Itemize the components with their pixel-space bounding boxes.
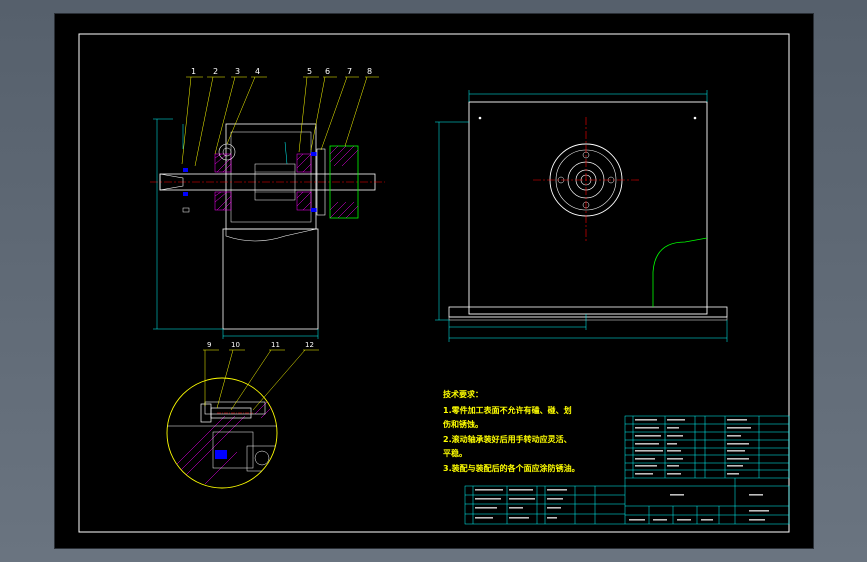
part-label-7: 7: [347, 67, 352, 76]
bearing-icon: [218, 143, 236, 161]
detail-label-11: 11: [271, 341, 280, 349]
part-label-4: 4: [255, 67, 260, 76]
detail-label-12: 12: [305, 341, 314, 349]
notes-heading: 技术要求：: [443, 389, 483, 399]
detail-label-10: 10: [231, 341, 240, 349]
detail-number-labels: 9 10 11 12: [207, 341, 314, 349]
detail-view: [166, 377, 278, 489]
detail-leaders: [203, 349, 319, 411]
part-label-5: 5: [307, 67, 312, 76]
cad-viewport[interactable]: 1 2 3 4 5 6 7 8 9 10 11 12 技术要求： 1.零件加工表…: [55, 14, 813, 548]
drawing-border: [78, 33, 790, 533]
notes-line-1: 1.零件加工表面不允许有磕、碰、划: [443, 405, 572, 415]
part-label-6: 6: [325, 67, 330, 76]
parts-list-table: [624, 415, 790, 479]
side-view: [448, 101, 728, 321]
front-section-view: [150, 123, 385, 330]
notes-line-3: 2.滚动轴承装好后用手转动应灵活、: [443, 434, 572, 444]
part-label-1: 1: [191, 67, 196, 76]
detail-label-9: 9: [207, 341, 211, 349]
notes-line-4: 平稳。: [443, 448, 467, 458]
part-number-labels: 1 2 3 4 5 6 7 8: [191, 67, 372, 76]
notes-line-5: 3.装配与装配后的各个面应涂防锈油。: [443, 463, 580, 473]
technical-notes: 技术要求： 1.零件加工表面不允许有磕、碰、划 伤和锈蚀。 2.滚动轴承装好后用…: [442, 389, 580, 473]
part-leaders: [181, 76, 379, 167]
notes-line-2: 伤和锈蚀。: [442, 419, 483, 429]
part-label-3: 3: [235, 67, 240, 76]
engineering-drawing: 1 2 3 4 5 6 7 8 9 10 11 12 技术要求： 1.零件加工表…: [78, 33, 790, 533]
part-label-8: 8: [367, 67, 372, 76]
hex-bolt-icon: [200, 403, 253, 423]
part-label-2: 2: [213, 67, 218, 76]
